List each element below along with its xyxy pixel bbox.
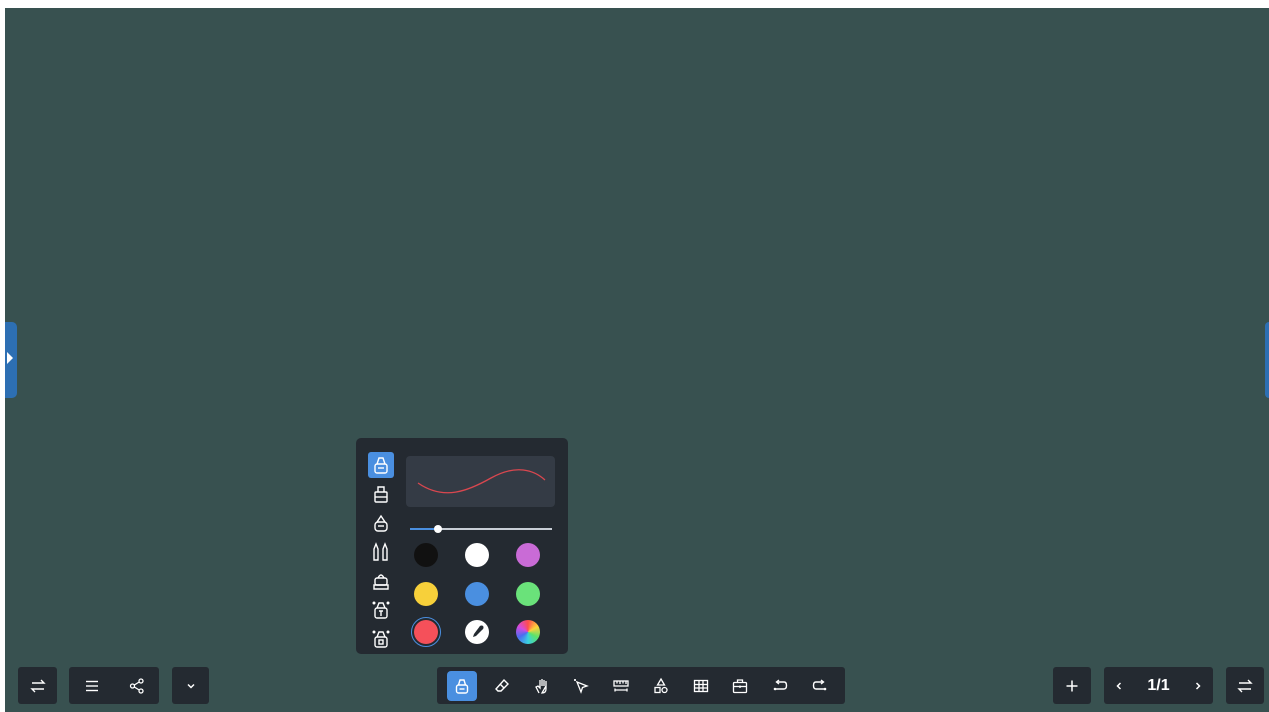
hand-gesture-icon xyxy=(534,678,547,694)
pager-group: 1/1 xyxy=(1104,667,1213,704)
pen-settings-panel xyxy=(356,438,568,654)
pen-standard-icon xyxy=(374,457,388,474)
color-wheel-button[interactable] xyxy=(516,620,540,644)
undo-button[interactable] xyxy=(765,671,795,701)
pen-type-brush[interactable] xyxy=(368,568,394,594)
color-swatch-grid xyxy=(411,543,564,659)
share-button[interactable] xyxy=(122,671,152,701)
chevron-down-icon xyxy=(186,683,195,689)
right-panel-handle[interactable] xyxy=(1265,322,1269,398)
gesture-tool-button[interactable] xyxy=(527,671,557,701)
pointer-select-icon xyxy=(574,678,590,694)
share-icon xyxy=(129,677,144,694)
switch-side-left-group xyxy=(18,667,57,704)
shapes-tool-button[interactable] xyxy=(646,671,676,701)
ruler-icon xyxy=(613,679,629,691)
chevron-right-icon xyxy=(7,352,13,364)
pen-icon xyxy=(455,678,469,694)
eyedropper-icon xyxy=(473,625,484,637)
ruler-tool-button[interactable] xyxy=(606,671,636,701)
pen-dual-icon xyxy=(373,542,388,561)
pen-type-dual[interactable] xyxy=(368,539,394,565)
shapes-icon xyxy=(654,677,668,693)
left-panel-handle[interactable] xyxy=(5,322,17,398)
table-tool-button[interactable] xyxy=(686,671,716,701)
collapse-toolbar-button[interactable] xyxy=(176,671,206,701)
plus-icon xyxy=(1066,680,1078,691)
stroke-preview xyxy=(406,456,555,507)
undo-icon xyxy=(773,678,788,690)
table-icon xyxy=(693,679,708,692)
stroke-width-slider[interactable] xyxy=(410,524,552,534)
main-toolbar xyxy=(437,667,845,704)
select-tool-button[interactable] xyxy=(566,671,596,701)
color-swatch-red[interactable] xyxy=(411,617,441,647)
whiteboard-canvas[interactable]: 1/1 xyxy=(5,8,1269,712)
pen-highlighter-icon xyxy=(374,486,388,503)
eraser-tool-button[interactable] xyxy=(487,671,517,701)
swap-arrows-icon xyxy=(29,679,46,692)
chevron-right-icon xyxy=(1195,681,1201,690)
chevron-left-icon xyxy=(1116,681,1122,690)
pen-shape-recognition-icon xyxy=(372,630,390,648)
redo-icon xyxy=(812,678,827,690)
redo-button[interactable] xyxy=(805,671,835,701)
menu-button[interactable] xyxy=(77,671,107,701)
color-swatch-purple[interactable] xyxy=(516,543,540,567)
color-swatch-black[interactable] xyxy=(414,543,438,567)
swap-arrows-icon xyxy=(1237,679,1253,692)
prev-page-button[interactable] xyxy=(1104,671,1134,701)
pen-type-text-recognition[interactable] xyxy=(368,597,394,623)
hamburger-menu-icon xyxy=(85,680,98,691)
pen-type-list xyxy=(368,452,396,655)
slider-thumb[interactable] xyxy=(434,525,443,533)
color-swatch-yellow[interactable] xyxy=(414,581,438,606)
pen-type-fine[interactable] xyxy=(368,510,394,536)
switch-side-right-button[interactable] xyxy=(1230,671,1260,701)
switch-side-left-button[interactable] xyxy=(23,671,53,701)
toolbox-button[interactable] xyxy=(725,671,755,701)
add-page-group xyxy=(1053,667,1091,704)
color-swatch-green[interactable] xyxy=(516,581,540,606)
pen-fine-icon xyxy=(374,514,388,532)
collapse-group xyxy=(172,667,209,704)
pen-tool-button[interactable] xyxy=(447,670,477,701)
color-swatch-blue[interactable] xyxy=(465,581,489,606)
page-indicator: 1/1 xyxy=(1147,676,1170,694)
eyedropper-button[interactable] xyxy=(465,620,489,644)
pen-type-shape-recognition[interactable] xyxy=(368,626,394,652)
pen-type-highlighter[interactable] xyxy=(368,481,394,507)
menu-share-group xyxy=(69,667,159,704)
add-page-button[interactable] xyxy=(1057,671,1087,701)
next-page-button[interactable] xyxy=(1183,671,1213,701)
eraser-icon xyxy=(494,678,509,692)
switch-side-right-group xyxy=(1226,667,1264,704)
pen-text-recognition-icon xyxy=(372,601,390,619)
pen-brush-icon xyxy=(373,574,389,590)
pen-type-standard[interactable] xyxy=(368,452,394,478)
color-swatch-white[interactable] xyxy=(465,543,489,567)
toolbox-icon xyxy=(733,678,748,693)
